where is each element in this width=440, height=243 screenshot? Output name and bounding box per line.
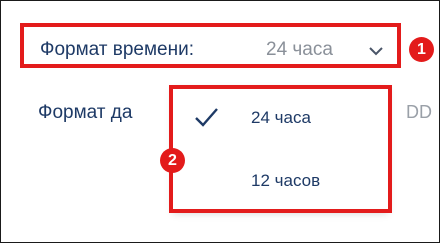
annotation-badge-2: 2 — [160, 148, 185, 173]
annotation-highlight-1 — [20, 23, 401, 68]
annotation-badge-1: 1 — [409, 37, 434, 62]
annotation-highlight-2 — [169, 85, 392, 213]
settings-panel: Формат времени: 24 часа 1 Формат да DD 2… — [0, 0, 440, 243]
date-format-label: Формат да — [38, 102, 133, 123]
date-format-value[interactable]: DD — [406, 102, 432, 123]
